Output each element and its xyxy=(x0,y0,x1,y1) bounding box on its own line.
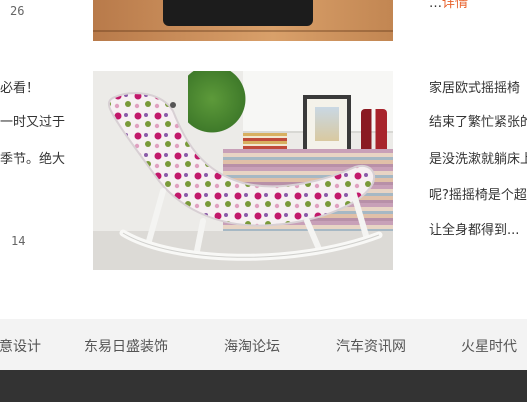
article-excerpt-right-line-4: 让全身都得到... xyxy=(429,223,520,238)
friend-link-1[interactable]: 意设计 xyxy=(0,336,41,356)
article-excerpt-left-line-2: 季节。绝大 xyxy=(0,152,66,167)
article-top-partial-label: … xyxy=(429,0,442,11)
rocking-chair-illustration xyxy=(107,92,383,261)
rocking-chair-image[interactable] xyxy=(93,71,393,270)
comment-count-bottom: 14 xyxy=(11,234,26,248)
page-footer xyxy=(0,370,527,402)
living-room-rug-image[interactable] xyxy=(93,0,393,41)
friend-link-3[interactable]: 海淘论坛 xyxy=(224,336,280,356)
article-excerpt-right-line-2: 是没洗漱就躺床上 xyxy=(429,152,527,167)
friend-link-2[interactable]: 东易日盛装饰 xyxy=(84,336,168,356)
article-title-right[interactable]: 家居欧式摇摇椅 xyxy=(429,77,520,96)
friend-link-5[interactable]: 火星时代 xyxy=(461,336,517,356)
article-excerpt-right-line-3: 呢?摇摇椅是个超 xyxy=(429,188,527,203)
friend-link-4[interactable]: 汽车资讯网 xyxy=(336,336,406,356)
friend-links-bar: 意设计 东易日盛装饰 海淘论坛 汽车资讯网 火星时代 xyxy=(0,319,527,370)
read-more-link[interactable]: 详情 xyxy=(442,0,468,11)
article-excerpt-left-line-1: 一时又过于 xyxy=(0,115,66,130)
article-top-partial-text: …详情 xyxy=(429,0,468,11)
article-excerpt-right-line-1: 结束了繁忙紧张的 xyxy=(429,115,527,130)
comment-count-top: 26 xyxy=(10,4,25,18)
article-title-left[interactable]: 必看！ xyxy=(0,77,39,96)
